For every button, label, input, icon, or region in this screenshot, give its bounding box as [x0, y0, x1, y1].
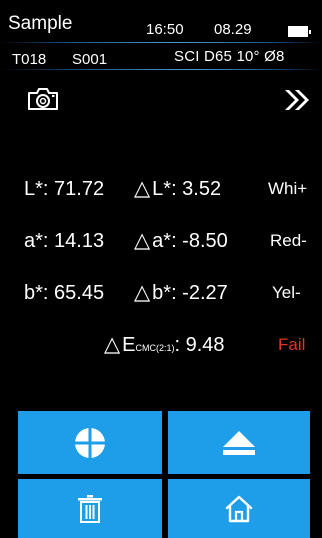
- home-button[interactable]: [168, 479, 310, 538]
- measurement-conditions: SCI D65 10° Ø8: [174, 48, 285, 65]
- a-value: a*: 14.13: [24, 230, 105, 252]
- crosshair-circle-icon: [74, 426, 106, 459]
- l-value: L*: 71.72: [24, 178, 105, 200]
- delta-e: △ ECMC(2:1): 9.48: [104, 334, 225, 359]
- delta-e-formula: CMC(2:1): [135, 343, 175, 353]
- delta-e-prefix: E: [122, 334, 136, 356]
- measure-button[interactable]: [18, 411, 162, 474]
- delta-a-value: a*: -8.50: [152, 230, 228, 252]
- b-value: b*: 65.45: [24, 282, 105, 304]
- delta-e-value: : 9.48: [174, 334, 225, 356]
- battery-icon: [288, 26, 311, 37]
- double-chevron-right-icon[interactable]: [283, 88, 311, 112]
- delete-button[interactable]: [18, 479, 162, 538]
- delta-b-value: b*: -2.27: [152, 282, 228, 304]
- delta-l-value: L*: 3.52: [152, 178, 222, 200]
- delta-icon: △: [134, 229, 151, 252]
- result-status: Fail: [278, 335, 306, 354]
- trash-icon: [78, 494, 102, 523]
- status-bar: Sample 16:50 08.29: [0, 0, 322, 42]
- clock-date: 08.29: [214, 21, 252, 38]
- clock-time: 16:50: [146, 21, 184, 38]
- camera-icon[interactable]: [26, 86, 60, 112]
- device-screen: Sample 16:50 08.29 T018 S001 SCI D65 10°…: [0, 0, 322, 538]
- eject-button[interactable]: [168, 411, 310, 474]
- trial-id: T018: [12, 51, 47, 68]
- delta-a: △ a*: -8.50: [134, 229, 228, 253]
- delta-icon: △: [104, 333, 121, 356]
- l-description: Whi+: [268, 179, 308, 198]
- b-description: Yel-: [272, 283, 301, 302]
- header-divider: [0, 42, 322, 43]
- delta-icon: △: [134, 281, 151, 304]
- home-icon: [225, 495, 253, 522]
- page-title: Sample: [8, 13, 73, 34]
- delta-b: △ b*: -2.27: [134, 281, 228, 305]
- delta-l: △ L*: 3.52: [134, 177, 222, 201]
- eject-icon: [223, 430, 255, 455]
- info-divider: [0, 69, 322, 70]
- delta-icon: △: [134, 177, 151, 200]
- sample-id: S001: [72, 51, 108, 68]
- a-description: Red-: [270, 231, 307, 250]
